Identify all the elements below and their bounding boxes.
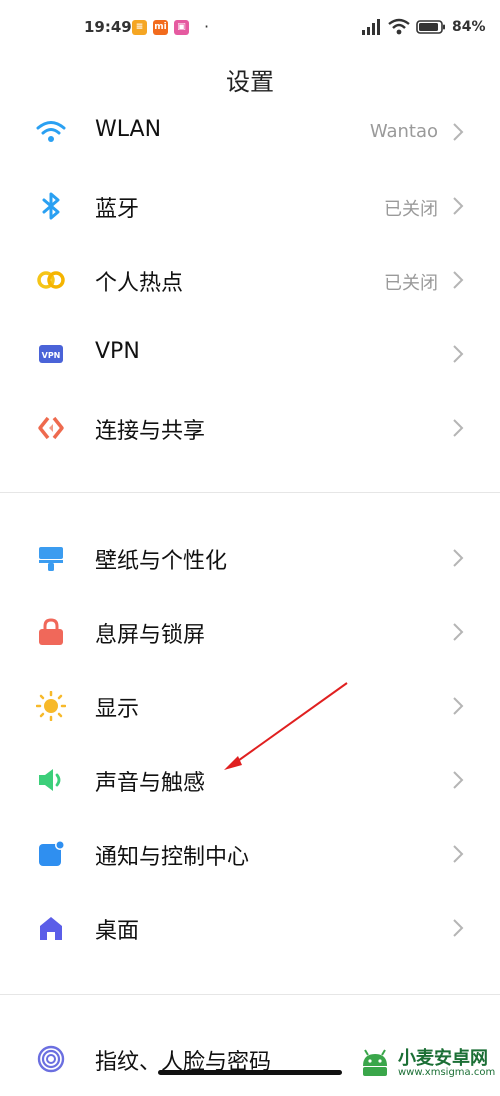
- settings-item-value: Wantao: [369, 121, 438, 142]
- chevron-right-icon: [453, 771, 464, 789]
- notification-icon: [39, 840, 65, 866]
- fingerprint-icon: [37, 1045, 65, 1073]
- sun-icon: [36, 691, 66, 721]
- vpn-icon: VPN: [39, 345, 63, 363]
- settings-item-vpn[interactable]: VPN VPN: [0, 317, 500, 391]
- speaker-icon: [39, 769, 61, 791]
- wifi-status-icon: [388, 18, 410, 35]
- settings-item-connection-share[interactable]: 连接与共享: [0, 391, 500, 465]
- settings-item-value: 已关闭: [384, 199, 438, 220]
- settings-item-label: VPN: [95, 339, 140, 364]
- chevron-right-icon: [453, 549, 464, 567]
- section-divider: [0, 994, 500, 995]
- settings-item-label: 连接与共享: [95, 419, 206, 444]
- chevron-right-icon: [453, 345, 464, 363]
- mi-notification-icon: mi: [153, 20, 168, 35]
- settings-item-label: 蓝牙: [95, 197, 140, 222]
- page-title: 设置: [226, 68, 274, 96]
- section-divider: [0, 492, 500, 493]
- status-time: 19:49: [84, 18, 132, 36]
- chevron-right-icon: [453, 271, 464, 289]
- settings-item-label: 声音与触感: [95, 771, 206, 796]
- settings-item-display[interactable]: 显示: [0, 669, 500, 743]
- bluetooth-icon: [42, 192, 60, 220]
- chevron-right-icon: [453, 919, 464, 937]
- home-icon: [40, 917, 62, 940]
- chevron-right-icon: [453, 845, 464, 863]
- settings-item-lock-screen[interactable]: 息屏与锁屏: [0, 595, 500, 669]
- settings-item-label: 通知与控制中心: [95, 845, 250, 870]
- settings-item-label: 显示: [95, 697, 140, 722]
- chevron-right-icon: [453, 623, 464, 641]
- settings-item-wallpaper[interactable]: 壁纸与个性化: [0, 521, 500, 595]
- watermark: 小麦安卓网 www.xmsigma.com: [354, 1044, 496, 1080]
- chevron-right-icon: [453, 419, 464, 437]
- chevron-right-icon: [453, 123, 464, 141]
- settings-item-home-screen[interactable]: 桌面: [0, 891, 500, 965]
- signal-icon: [362, 19, 380, 35]
- settings-item-label: 息屏与锁屏: [95, 623, 206, 648]
- settings-item-hotspot[interactable]: 个人热点 已关闭: [0, 243, 500, 317]
- settings-item-wlan[interactable]: WLAN Wantao: [0, 95, 500, 169]
- hotspot-icon: [37, 271, 65, 289]
- chevron-right-icon: [453, 697, 464, 715]
- settings-item-notifications[interactable]: 通知与控制中心: [0, 817, 500, 891]
- connection-share-icon: [38, 416, 64, 440]
- settings-item-label: WLAN: [95, 117, 162, 142]
- status-bar: 19:49 ≡ mi ▣ · 84%: [0, 0, 500, 56]
- settings-item-label: 桌面: [95, 919, 140, 944]
- settings-item-value: 已关闭: [384, 273, 438, 294]
- gallery-notification-icon: ▣: [174, 20, 189, 35]
- settings-item-label: 个人热点: [95, 271, 184, 296]
- settings-item-label: 壁纸与个性化: [95, 549, 228, 574]
- more-notifications-icon: ·: [204, 17, 210, 36]
- wallpaper-icon: [39, 547, 63, 571]
- settings-item-sound[interactable]: 声音与触感: [0, 743, 500, 817]
- android-logo-icon: [363, 1049, 387, 1076]
- svg-text:VPN: VPN: [42, 351, 61, 360]
- settings-item-bluetooth[interactable]: 蓝牙 已关闭: [0, 169, 500, 243]
- watermark-url: www.xmsigma.com: [398, 1067, 496, 1078]
- home-indicator[interactable]: [158, 1070, 342, 1075]
- message-notification-icon: ≡: [132, 20, 147, 35]
- chevron-right-icon: [453, 197, 464, 215]
- battery-icon: [416, 20, 445, 34]
- lock-icon: [39, 618, 63, 645]
- wifi-icon: [36, 121, 66, 142]
- battery-percent: 84%: [452, 19, 486, 35]
